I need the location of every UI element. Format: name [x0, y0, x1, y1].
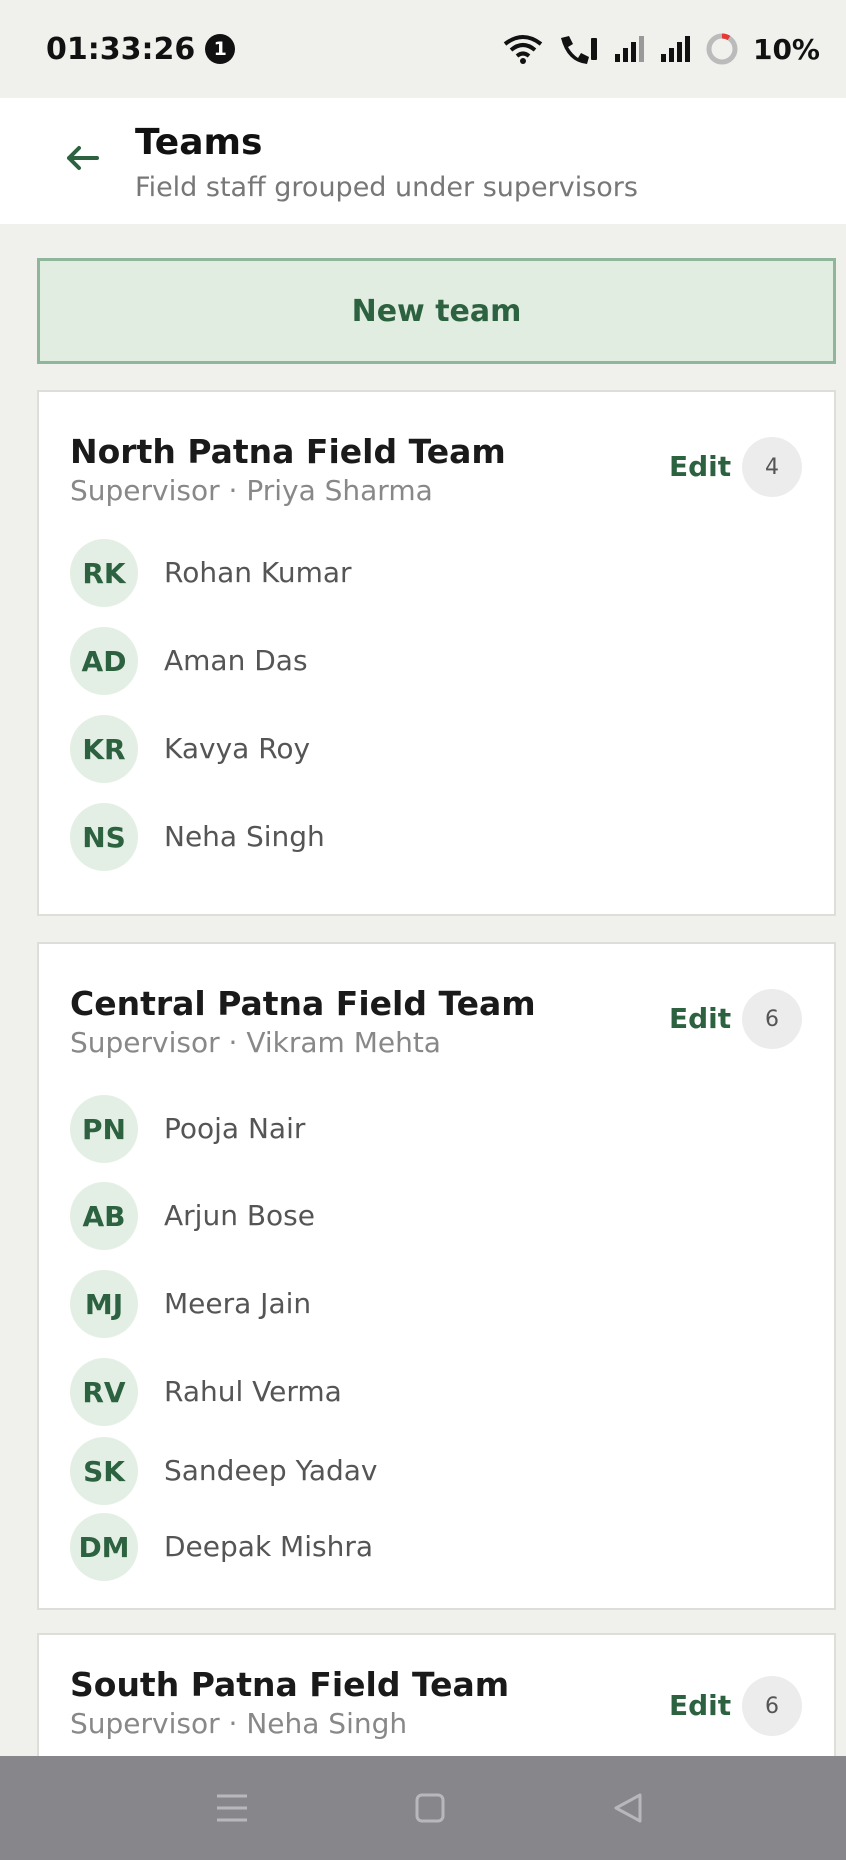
team-supervisor: Supervisor · Priya Sharma — [70, 474, 433, 507]
app-header: Teams Field staff grouped under supervis… — [0, 98, 846, 224]
menu-nav-button[interactable] — [210, 1786, 254, 1830]
signal-icon — [614, 36, 644, 62]
status-time: 01:33:26 — [46, 31, 196, 67]
member-name: Sandeep Yadav — [164, 1454, 378, 1487]
back-arrow-icon — [67, 146, 99, 170]
avatar: RK — [70, 539, 138, 607]
member-row: MJ Meera Jain — [70, 1270, 770, 1338]
member-row: DM Deepak Mishra — [70, 1513, 770, 1581]
avatar: NS — [70, 803, 138, 871]
avatar: RV — [70, 1358, 138, 1426]
page-subtitle: Field staff grouped under supervisors — [135, 172, 638, 203]
avatar: KR — [70, 715, 138, 783]
team-name: Central Patna Field Team — [70, 984, 536, 1023]
avatar: SK — [70, 1437, 138, 1505]
new-team-button[interactable]: New team — [37, 258, 836, 364]
team-supervisor: Supervisor · Vikram Mehta — [70, 1026, 441, 1059]
edit-team-button[interactable]: Edit — [669, 1002, 731, 1035]
status-bar: 01:33:26 1 10% — [0, 0, 846, 98]
home-nav-button[interactable] — [408, 1786, 452, 1830]
team-supervisor: Supervisor · Neha Singh — [70, 1707, 408, 1740]
team-card: North Patna Field Team Supervisor · Priy… — [37, 390, 836, 916]
member-count-badge: 6 — [742, 1676, 802, 1736]
avatar: DM — [70, 1513, 138, 1581]
team-name: North Patna Field Team — [70, 432, 506, 471]
member-name: Aman Das — [164, 644, 308, 677]
status-left: 01:33:26 1 — [46, 31, 236, 67]
member-row: KR Kavya Roy — [70, 715, 770, 783]
back-triangle-icon — [614, 1793, 642, 1823]
member-name: Kavya Roy — [164, 732, 311, 765]
home-square-icon — [415, 1793, 445, 1823]
member-row: RV Rahul Verma — [70, 1358, 770, 1426]
team-name: South Patna Field Team — [70, 1665, 510, 1704]
member-name: Neha Singh — [164, 820, 325, 853]
avatar: MJ — [70, 1270, 138, 1338]
member-row: AB Arjun Bose — [70, 1182, 770, 1250]
page-title: Teams — [135, 122, 263, 163]
team-card: Central Patna Field Team Supervisor · Vi… — [37, 942, 836, 1610]
status-right: 10% — [503, 32, 820, 66]
call-icon — [560, 36, 597, 64]
member-row: RK Rohan Kumar — [70, 539, 770, 607]
member-name: Meera Jain — [164, 1287, 312, 1320]
member-row: AD Aman Das — [70, 627, 770, 695]
member-row: PN Pooja Nair — [70, 1095, 770, 1163]
battery-level: 10% — [752, 32, 820, 66]
member-count-badge: 6 — [742, 989, 802, 1049]
member-name: Rohan Kumar — [164, 556, 352, 589]
menu-icon — [217, 1794, 247, 1822]
member-name: Rahul Verma — [164, 1375, 342, 1408]
avatar: AB — [70, 1182, 138, 1250]
member-name: Deepak Mishra — [164, 1530, 374, 1563]
member-row: SK Sandeep Yadav — [70, 1437, 770, 1505]
battery-ring-icon — [706, 33, 738, 65]
back-nav-button[interactable] — [606, 1786, 650, 1830]
back-button[interactable] — [52, 128, 112, 188]
avatar: PN — [70, 1095, 138, 1163]
notification-badge: 1 — [205, 34, 236, 64]
member-row: NS Neha Singh — [70, 803, 770, 871]
member-name: Pooja Nair — [164, 1112, 306, 1145]
wifi-icon — [503, 35, 543, 64]
edit-team-button[interactable]: Edit — [669, 1689, 731, 1722]
avatar: AD — [70, 627, 138, 695]
member-name: Arjun Bose — [164, 1199, 315, 1232]
signal-icon — [660, 36, 690, 62]
system-nav-bar — [0, 1756, 846, 1860]
member-count-badge: 4 — [742, 437, 802, 497]
edit-team-button[interactable]: Edit — [669, 450, 731, 483]
